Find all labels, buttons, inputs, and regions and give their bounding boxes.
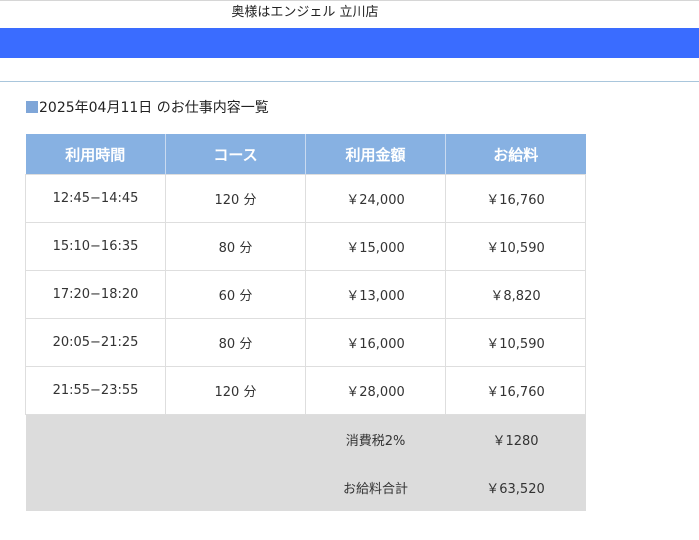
tax-value: ￥1280 bbox=[445, 414, 586, 463]
cell-course: 80 分 bbox=[165, 222, 306, 271]
cell-time: 17:20−18:20 bbox=[25, 270, 166, 319]
cell-course: 60 分 bbox=[165, 270, 306, 319]
total-pay-value: ￥63,520 bbox=[445, 463, 586, 511]
summary-row-tax: 消費税2% ￥1280 bbox=[25, 414, 586, 463]
section-heading-text: 2025年04月11日 のお仕事内容一覧 bbox=[39, 100, 269, 116]
cell-amount: ￥16,000 bbox=[305, 318, 446, 367]
table-row: 20:05−21:25 80 分 ￥16,000 ￥10,590 bbox=[25, 318, 586, 367]
cell-amount: ￥28,000 bbox=[305, 366, 446, 415]
cell-time: 15:10−16:35 bbox=[25, 222, 166, 271]
summary-blank bbox=[165, 414, 306, 463]
cell-pay: ￥10,590 bbox=[445, 222, 586, 271]
summary-blank bbox=[165, 463, 306, 511]
page: 奥様はエンジェル 立川店 2025年04月11日 のお仕事内容一覧 利用時間 コ… bbox=[0, 0, 699, 540]
cell-time: 12:45−14:45 bbox=[25, 174, 166, 223]
cell-amount: ￥13,000 bbox=[305, 270, 446, 319]
table-header-row: 利用時間 コース 利用金額 お給料 bbox=[25, 134, 586, 175]
cell-course: 120 分 bbox=[165, 174, 306, 223]
cell-course: 80 分 bbox=[165, 318, 306, 367]
cell-pay: ￥8,820 bbox=[445, 270, 586, 319]
top-border bbox=[0, 0, 699, 1]
heading-square-icon bbox=[26, 101, 38, 113]
cell-amount: ￥15,000 bbox=[305, 222, 446, 271]
cell-course: 120 分 bbox=[165, 366, 306, 415]
total-pay-label: お給料合計 bbox=[305, 463, 446, 511]
table-row: 12:45−14:45 120 分 ￥24,000 ￥16,760 bbox=[25, 174, 586, 223]
summary-row-total: お給料合計 ￥63,520 bbox=[25, 463, 586, 511]
column-header-amount: 利用金額 bbox=[305, 134, 446, 175]
summary-blank bbox=[25, 414, 166, 463]
summary-blank bbox=[25, 463, 166, 511]
cell-amount: ￥24,000 bbox=[305, 174, 446, 223]
table-row: 17:20−18:20 60 分 ￥13,000 ￥8,820 bbox=[25, 270, 586, 319]
tax-label: 消費税2% bbox=[305, 414, 446, 463]
table-row: 21:55−23:55 120 分 ￥28,000 ￥16,760 bbox=[25, 366, 586, 415]
section-divider bbox=[0, 81, 699, 82]
column-header-pay: お給料 bbox=[445, 134, 586, 175]
column-header-course: コース bbox=[165, 134, 306, 175]
cell-pay: ￥16,760 bbox=[445, 174, 586, 223]
cell-pay: ￥16,760 bbox=[445, 366, 586, 415]
jobs-table: 利用時間 コース 利用金額 お給料 12:45−14:45 120 分 ￥24,… bbox=[25, 134, 586, 511]
column-header-time: 利用時間 bbox=[25, 134, 166, 175]
section-heading: 2025年04月11日 のお仕事内容一覧 bbox=[26, 99, 269, 117]
table-row: 15:10−16:35 80 分 ￥15,000 ￥10,590 bbox=[25, 222, 586, 271]
cell-time: 20:05−21:25 bbox=[25, 318, 166, 367]
shop-title: 奥様はエンジェル 立川店 bbox=[231, 5, 379, 20]
cell-time: 21:55−23:55 bbox=[25, 366, 166, 415]
header-blue-bar bbox=[0, 28, 699, 58]
cell-pay: ￥10,590 bbox=[445, 318, 586, 367]
